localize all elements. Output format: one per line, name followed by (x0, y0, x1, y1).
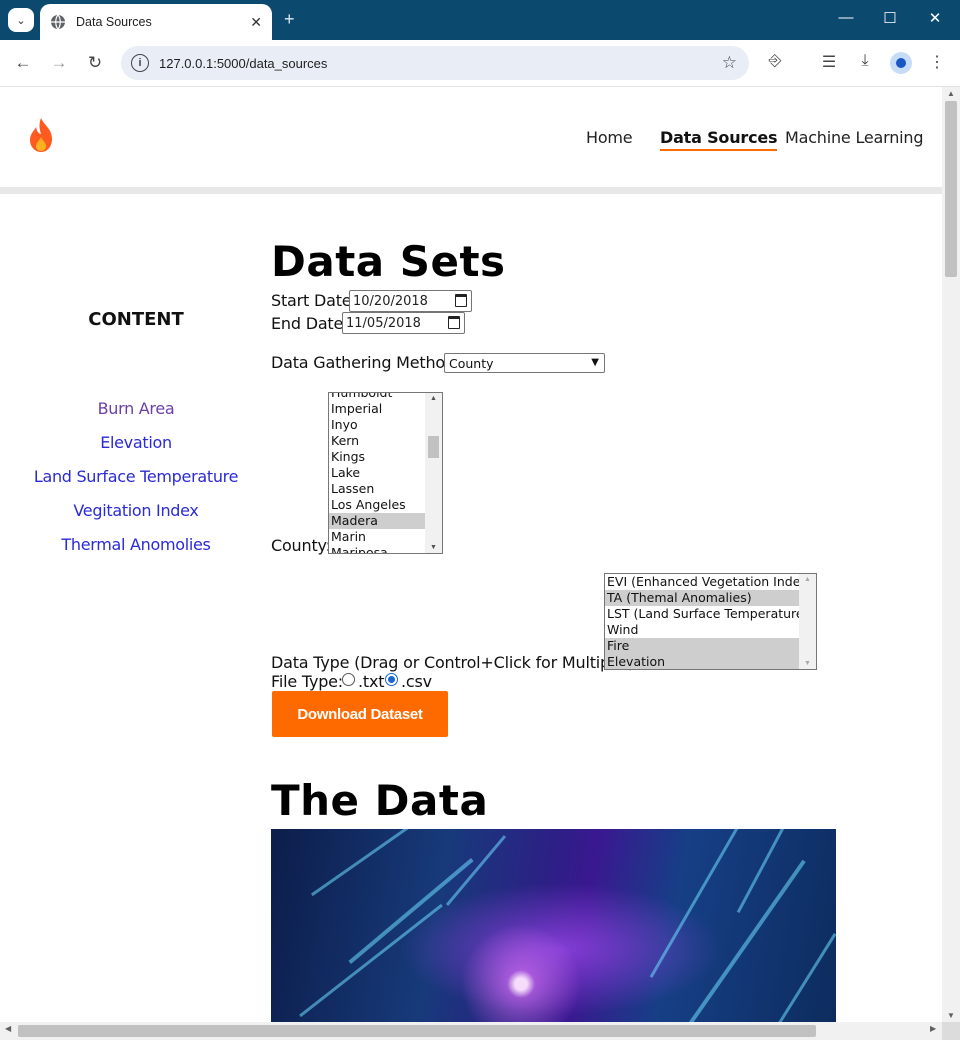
forward-icon[interactable]: → (48, 53, 70, 73)
tab-title: Data Sources (76, 15, 152, 29)
scroll-down-icon[interactable]: ▼ (799, 660, 816, 667)
calendar-icon[interactable] (455, 294, 467, 307)
sidebar-link-vegitation-index[interactable]: Vegitation Index (0, 501, 272, 520)
county-list-scrollbar[interactable]: ▲ ▼ (425, 393, 442, 553)
radio-txt-label: .txt (358, 672, 385, 691)
scroll-up-icon[interactable]: ▲ (799, 576, 816, 583)
sidebar-link-land-surface-temperature[interactable]: Land Surface Temperature (0, 467, 272, 486)
data-type-option[interactable]: Fire (605, 638, 816, 654)
page-viewport: Home Data Sources Machine Learning CONTE… (0, 87, 942, 1022)
end-date-input[interactable]: 11/05/2018 (342, 312, 465, 334)
page-horizontal-scrollbar[interactable]: ◀ ▶ (0, 1022, 942, 1040)
data-type-label: Data Type (Drag or Control+Click for Mul… (271, 653, 640, 672)
new-tab-icon[interactable]: + (284, 9, 295, 30)
browser-tab[interactable]: Data Sources ✕ (40, 4, 272, 40)
radio-csv-label: .csv (401, 672, 432, 691)
flame-logo-icon[interactable] (26, 117, 56, 153)
start-date-input[interactable]: 10/20/2018 (349, 290, 472, 312)
browser-toolbar: ← → ↻ i 127.0.0.1:5000/data_sources ☆ ⎆ … (0, 40, 960, 87)
start-date-value: 10/20/2018 (353, 293, 428, 309)
data-type-option[interactable]: Wind (605, 622, 816, 638)
data-type-option[interactable]: LST (Land Surface Temperature) (605, 606, 816, 622)
nav-data-sources-link[interactable]: Data Sources (660, 128, 778, 151)
nav-machine-learning-link[interactable]: Machine Learning (785, 128, 924, 147)
scroll-up-icon[interactable]: ▲ (425, 395, 442, 402)
data-type-list-scrollbar[interactable]: ▲ ▼ (799, 574, 816, 669)
extensions-icon[interactable]: ⎆ (764, 52, 786, 70)
file-type-label: File Type: (271, 672, 344, 691)
url-text[interactable]: 127.0.0.1:5000/data_sources (159, 56, 722, 71)
data-visualization-image (271, 829, 836, 1022)
radio-txt[interactable] (342, 673, 355, 686)
close-window-icon[interactable]: ✕ (925, 9, 945, 27)
minimize-icon[interactable]: — (836, 9, 856, 26)
menu-kebab-icon[interactable]: ⋮ (926, 52, 948, 72)
sidebar-title: CONTENT (88, 309, 184, 330)
scrollbar-corner (942, 1022, 960, 1040)
sidebar-link-burn-area[interactable]: Burn Area (0, 399, 272, 418)
browser-tab-bar: ⌄ Data Sources ✕ + — ☐ ✕ (0, 0, 960, 40)
download-dataset-button[interactable]: Download Dataset (272, 691, 448, 737)
scroll-up-icon[interactable]: ▲ (942, 89, 960, 98)
method-select[interactable]: County ▼ (444, 353, 605, 373)
data-type-option[interactable]: TA (Themal Anomalies) (605, 590, 816, 606)
calendar-icon[interactable] (448, 316, 460, 329)
scroll-left-icon[interactable]: ◀ (5, 1024, 11, 1033)
start-date-label: Start Date: (271, 291, 357, 310)
county-listbox[interactable]: Humboldt Imperial Inyo Kern Kings Lake Lassen L… (328, 392, 443, 554)
end-date-value: 11/05/2018 (346, 315, 421, 331)
media-controls-icon[interactable]: ☰ (818, 52, 840, 72)
end-date-label: End Date: (271, 314, 349, 333)
nav-home-link[interactable]: Home (586, 128, 633, 147)
tab-search-chevron-icon[interactable]: ⌄ (8, 8, 34, 32)
scroll-down-icon[interactable]: ▼ (425, 544, 442, 551)
bookmark-star-icon[interactable]: ☆ (722, 53, 737, 73)
scroll-down-icon[interactable]: ▼ (942, 1011, 960, 1020)
header-divider (0, 187, 942, 194)
back-icon[interactable]: ← (12, 53, 34, 73)
reload-icon[interactable]: ↻ (84, 53, 106, 73)
sidebar-link-thermal-anomolies[interactable]: Thermal Anomolies (0, 535, 272, 554)
page-vertical-scrollbar[interactable]: ▲ ▼ (942, 87, 960, 1022)
method-label: Data Gathering Method: (271, 353, 461, 372)
maximize-icon[interactable]: ☐ (880, 9, 900, 27)
the-data-heading: The Data (271, 776, 489, 825)
data-type-listbox[interactable]: EVI (Enhanced Vegetation Index) TA (Thema… (604, 573, 817, 670)
site-info-icon[interactable]: i (131, 54, 149, 72)
globe-icon (51, 14, 65, 30)
site-header: Home Data Sources Machine Learning (0, 87, 942, 187)
vertical-scroll-thumb[interactable] (945, 101, 957, 277)
sidebar-link-elevation[interactable]: Elevation (0, 433, 272, 452)
method-selected-value: County (449, 355, 494, 371)
scroll-right-icon[interactable]: ▶ (930, 1024, 936, 1033)
scroll-thumb[interactable] (428, 436, 439, 458)
address-bar[interactable]: i 127.0.0.1:5000/data_sources ☆ (121, 46, 749, 80)
data-type-option[interactable]: Elevation (605, 654, 816, 669)
close-tab-icon[interactable]: ✕ (250, 14, 262, 31)
county-label: County: (271, 536, 331, 555)
chevron-down-icon: ▼ (591, 357, 599, 368)
data-sets-heading: Data Sets (271, 237, 506, 286)
radio-csv[interactable] (385, 673, 398, 686)
downloads-icon[interactable]: ⤓ (854, 52, 876, 70)
profile-avatar-icon[interactable] (890, 52, 912, 74)
horizontal-scroll-thumb[interactable] (18, 1025, 816, 1037)
data-type-option[interactable]: EVI (Enhanced Vegetation Index) (605, 574, 816, 590)
